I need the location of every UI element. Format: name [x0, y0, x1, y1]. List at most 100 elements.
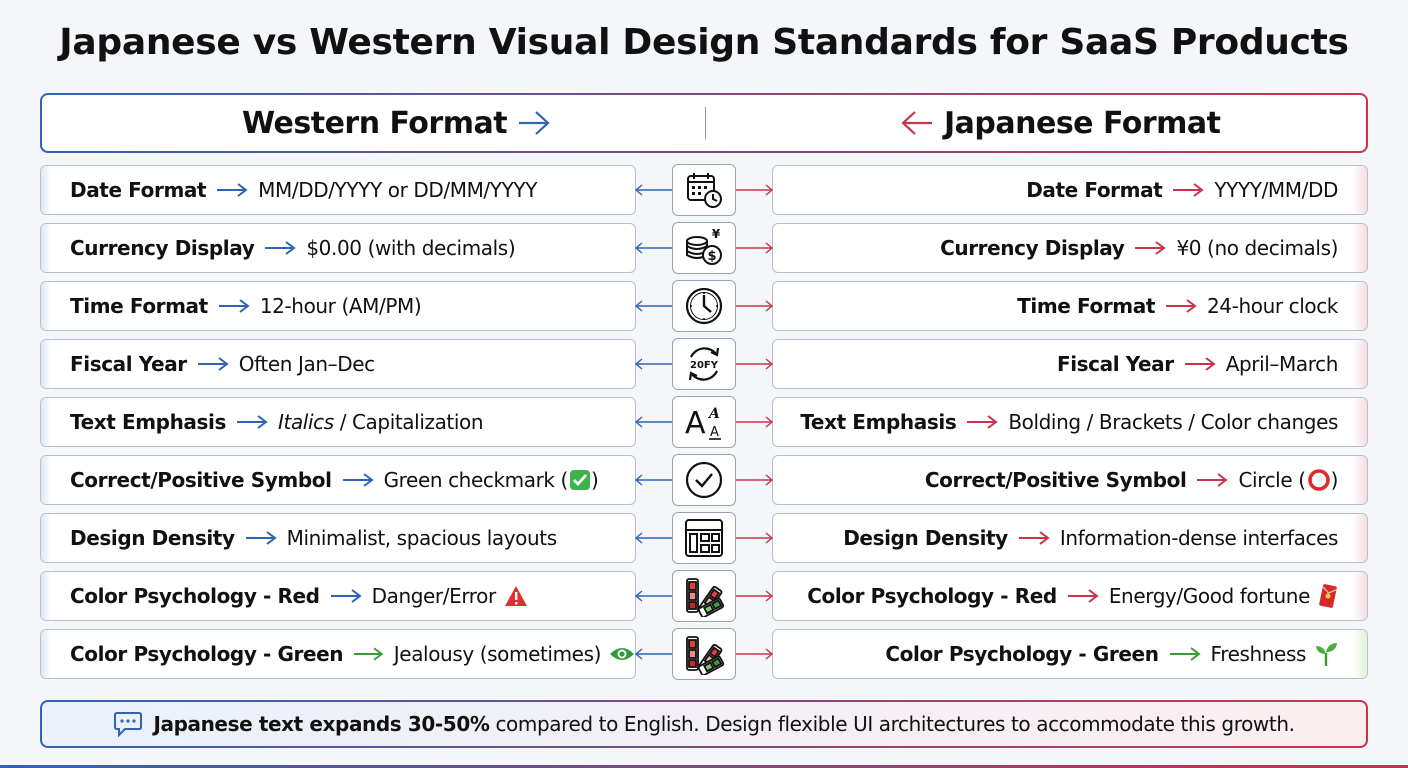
connector-right-arrow	[736, 242, 774, 254]
western-row: Design Density Minimalist, spacious layo…	[40, 513, 636, 563]
svg-text:A: A	[685, 406, 706, 441]
japanese-value: Bolding / Brackets / Color changes	[1008, 410, 1338, 434]
connector-left-arrow	[634, 242, 672, 254]
arrow-right-icon	[967, 415, 998, 429]
western-row: Time Format 12-hour (AM/PM)	[40, 281, 636, 331]
western-row: Color Psychology - Red Danger/Error	[40, 571, 636, 621]
western-label: Time Format	[70, 294, 208, 318]
western-label: Fiscal Year	[70, 352, 187, 376]
clock-icon	[672, 280, 736, 332]
connector-left-arrow	[634, 300, 672, 312]
japanese-row: Correct/Positive Symbol Circle ()	[772, 455, 1368, 505]
arrow-right-icon	[197, 357, 229, 371]
japanese-row: Design Density Information-dense interfa…	[772, 513, 1368, 563]
western-value: MM/DD/YYYY or DD/MM/YYYY	[258, 178, 538, 202]
calendar-clock-icon	[672, 164, 736, 216]
connector-right-arrow	[736, 474, 774, 486]
japanese-format-header: Japanese Format	[890, 95, 1221, 151]
western-value-italic: Italics	[278, 410, 334, 434]
arrow-right-icon	[1165, 299, 1197, 313]
arrow-right-icon	[245, 531, 277, 545]
japanese-label: Fiscal Year	[1056, 352, 1174, 376]
western-label: Design Density	[70, 526, 235, 550]
footer-text: compared to English. Design flexible UI …	[489, 712, 1295, 736]
connector-right-arrow	[736, 358, 774, 370]
western-value-end: )	[590, 468, 599, 492]
japanese-row: Date Format YYYY/MM/DD	[772, 165, 1368, 215]
western-row: Currency Display $0.00 (with decimals)	[40, 223, 636, 273]
page-title: Japanese vs Western Visual Design Standa…	[59, 22, 1349, 63]
japanese-row: Text Emphasis Bolding / Brackets / Color…	[772, 397, 1368, 447]
arrow-right-icon	[1018, 531, 1050, 545]
western-label: Correct/Positive Symbol	[70, 468, 332, 492]
coins-currency-icon: $ ¥	[672, 222, 736, 274]
layout-grid-icon	[672, 512, 736, 564]
japanese-format-title: Japanese Format	[944, 105, 1221, 141]
svg-text:A: A	[707, 406, 720, 422]
japanese-label: Color Psychology - Red	[807, 584, 1057, 608]
western-value: Often Jan–Dec	[238, 352, 375, 376]
western-label: Date Format	[70, 178, 207, 202]
arrow-right-icon	[218, 299, 250, 313]
color-swatch-icon	[672, 628, 736, 680]
sprout-icon	[1314, 641, 1338, 667]
western-row: Correct/Positive Symbol Green checkmark …	[40, 455, 636, 505]
connector-left-arrow	[634, 648, 672, 660]
japanese-row: Fiscal Year April–March	[772, 339, 1368, 389]
format-header: Western Format Japanese Format	[40, 93, 1368, 153]
japanese-row: Time Format 24-hour clock	[772, 281, 1368, 331]
eye-icon	[609, 645, 635, 663]
connector-left-arrow	[634, 358, 672, 370]
arrow-right-icon	[1135, 241, 1167, 255]
svg-text:A: A	[710, 425, 719, 440]
connector-left-arrow	[634, 416, 672, 428]
japanese-value: YYYY/MM/DD	[1214, 178, 1338, 202]
japanese-value: Circle (	[1238, 468, 1306, 492]
arrow-right-icon	[1197, 473, 1229, 487]
western-value: Minimalist, spacious layouts	[286, 526, 558, 550]
japanese-value: Freshness	[1210, 642, 1307, 666]
western-row: Color Psychology - Green Jealousy (somet…	[40, 629, 636, 679]
japanese-label: Text Emphasis	[800, 410, 957, 434]
chat-bubble-icon	[114, 712, 143, 737]
japanese-value: ¥0 (no decimals)	[1176, 236, 1338, 260]
japanese-value: 24-hour clock	[1206, 294, 1338, 318]
western-value: 12-hour (AM/PM)	[259, 294, 422, 318]
arrow-right-icon	[1067, 589, 1099, 603]
arrow-right-icon	[330, 589, 362, 603]
japanese-label: Date Format	[1026, 178, 1163, 202]
green-checkmark-icon	[569, 469, 591, 491]
western-row: Text Emphasis Italics / Capitalization	[40, 397, 636, 447]
japanese-value: Energy/Good fortune	[1108, 584, 1311, 608]
connector-right-arrow	[736, 590, 774, 602]
western-format-header: Western Format	[242, 95, 561, 151]
footer-note: Japanese text expands 30-50% compared to…	[40, 700, 1368, 748]
japanese-label: Time Format	[1017, 294, 1155, 318]
red-envelope-icon	[1318, 583, 1338, 609]
arrow-right-icon	[342, 473, 374, 487]
japanese-label: Correct/Positive Symbol	[924, 468, 1187, 492]
svg-text:20FY: 20FY	[690, 360, 719, 371]
fiscal-year-cycle-icon: 20FY	[672, 338, 736, 390]
color-swatch-icon	[672, 570, 736, 622]
western-label: Color Psychology - Green	[70, 642, 344, 666]
western-value: $0.00 (with decimals)	[306, 236, 516, 260]
arrow-right-icon	[354, 647, 384, 661]
japanese-label: Design Density	[843, 526, 1008, 550]
connector-right-arrow	[736, 184, 774, 196]
connector-right-arrow	[736, 532, 774, 544]
japanese-value: Information-dense interfaces	[1059, 526, 1339, 550]
connector-right-arrow	[736, 416, 774, 428]
connector-left-arrow	[634, 474, 672, 486]
arrow-right-icon	[265, 241, 297, 255]
western-value: Green checkmark (	[383, 468, 569, 492]
western-row: Fiscal Year Often Jan–Dec	[40, 339, 636, 389]
svg-text:¥: ¥	[712, 227, 721, 241]
arrow-right-icon	[519, 111, 550, 135]
japanese-row: Color Psychology - Green Freshness	[772, 629, 1368, 679]
check-circle-icon	[672, 454, 736, 506]
arrow-left-icon	[901, 111, 932, 135]
arrow-right-icon	[1184, 357, 1216, 371]
warning-icon	[504, 585, 528, 607]
western-value: / Capitalization	[333, 410, 484, 434]
